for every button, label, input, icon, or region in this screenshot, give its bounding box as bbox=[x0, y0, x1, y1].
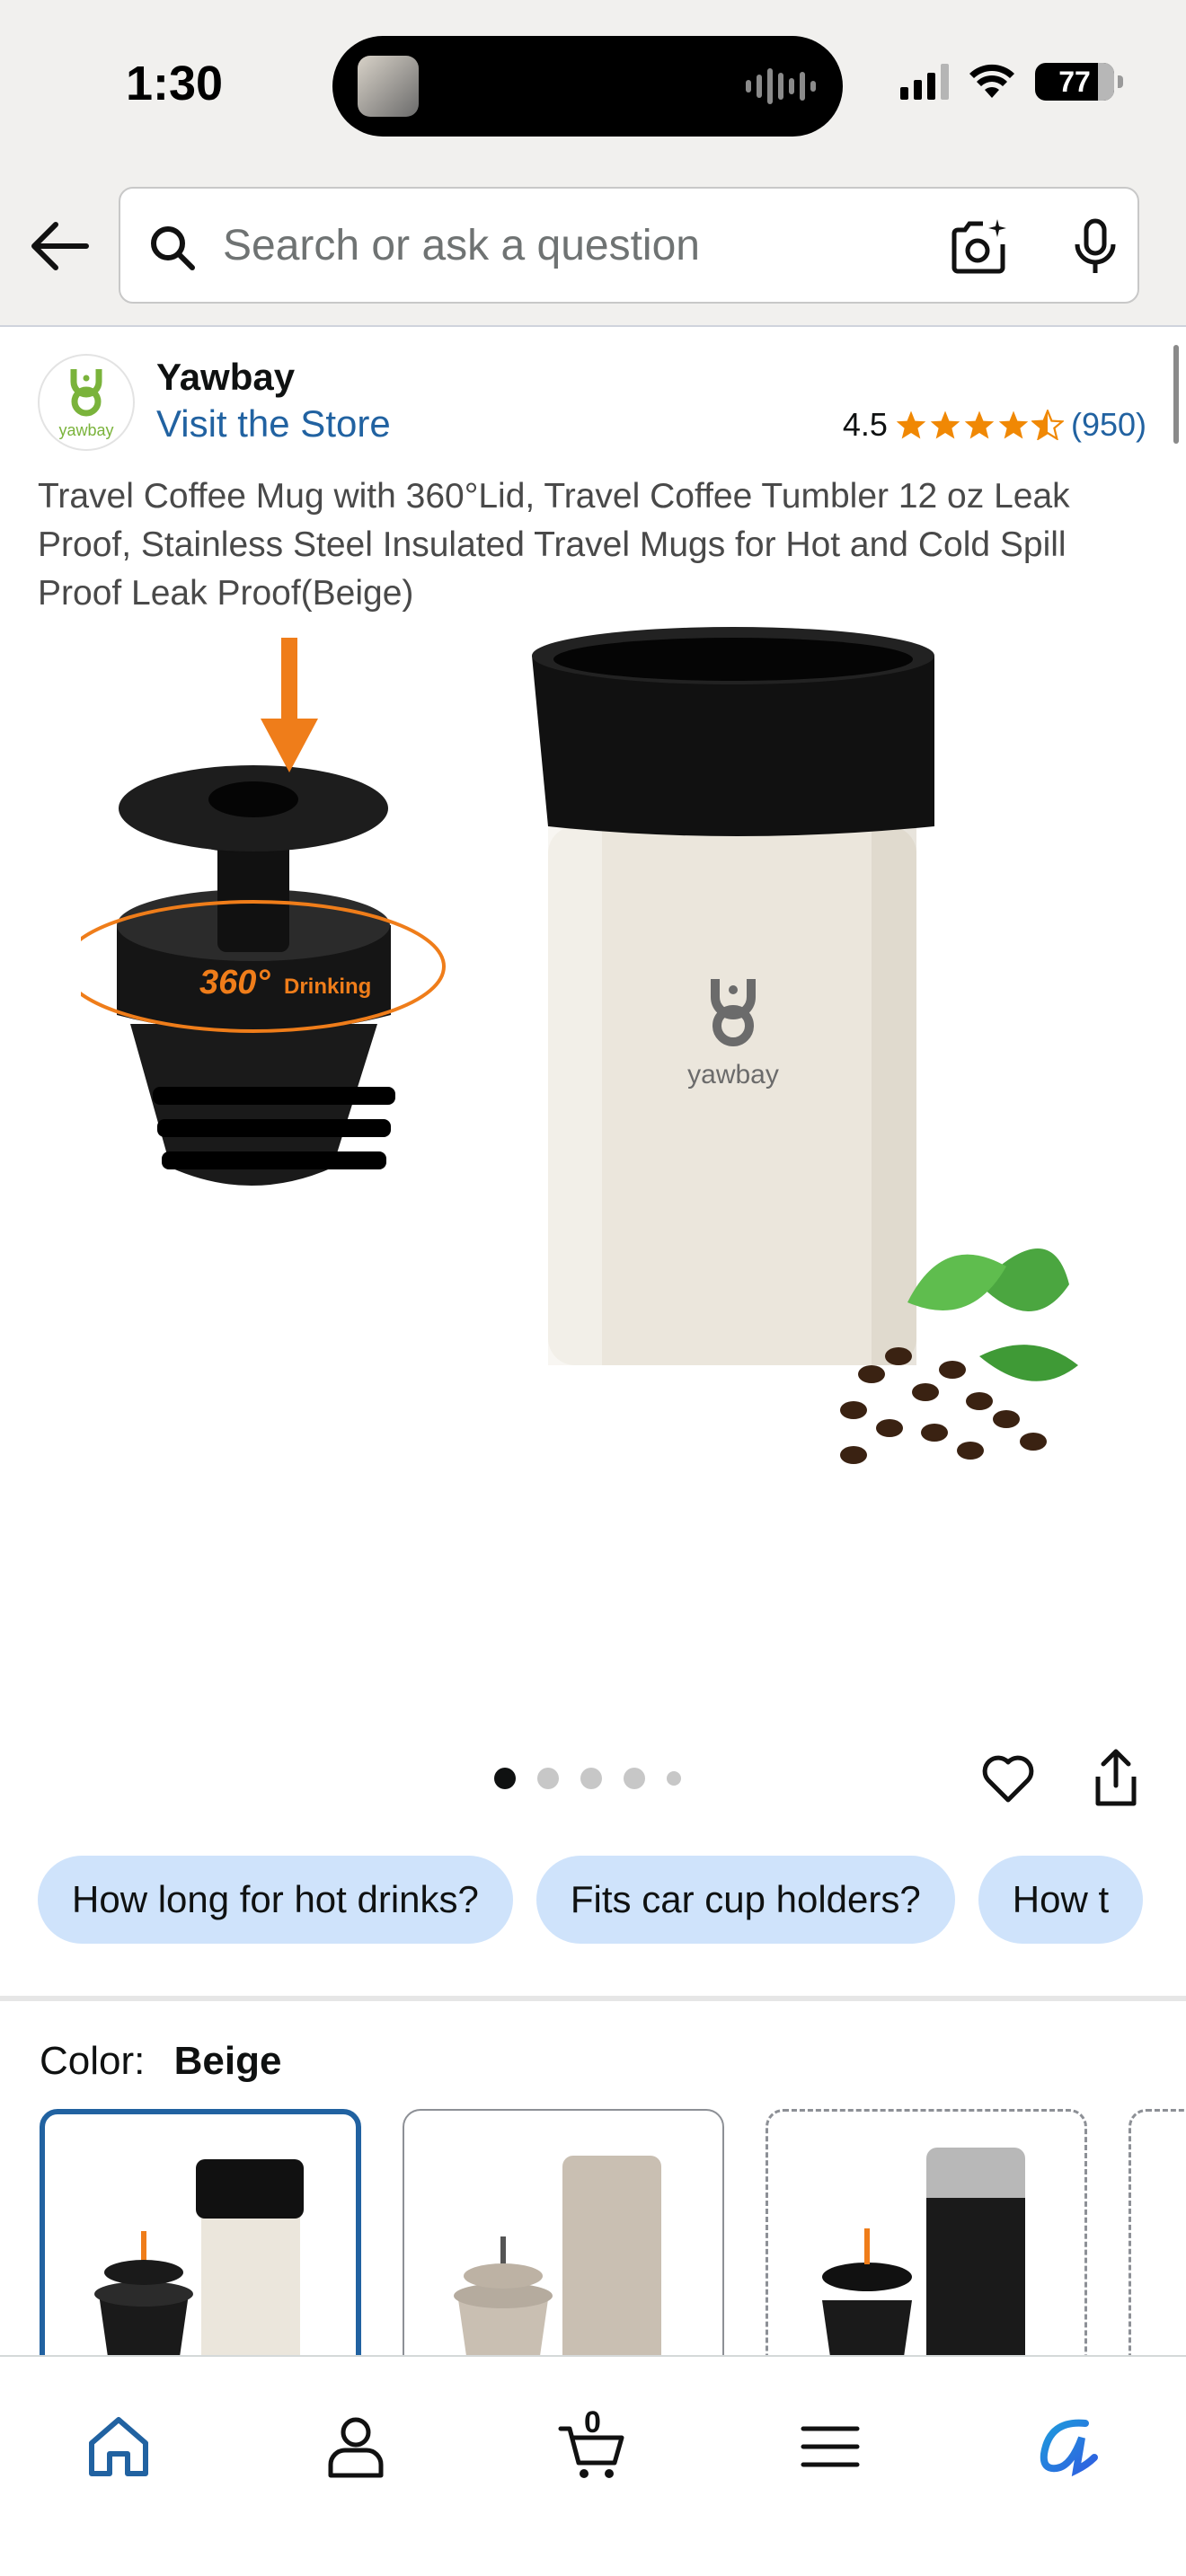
badge-text: Drinking bbox=[284, 975, 371, 999]
microphone-icon[interactable] bbox=[1064, 216, 1127, 278]
badge-number: 360° bbox=[199, 964, 270, 1001]
menu-icon[interactable] bbox=[794, 2411, 866, 2483]
status-bar: 1:30 77 bbox=[0, 0, 1186, 171]
search-icon bbox=[151, 226, 195, 270]
scrollbar[interactable] bbox=[1173, 345, 1179, 444]
color-swatch-taupe[interactable] bbox=[403, 2109, 724, 2378]
color-swatch-beige[interactable] bbox=[40, 2109, 361, 2378]
battery-level: 77 bbox=[1058, 65, 1091, 98]
star-rating-icon bbox=[895, 410, 1064, 440]
brand-logo-text: yawbay bbox=[58, 420, 114, 439]
island-avatar-icon bbox=[358, 56, 419, 117]
brand-logo[interactable]: yawbay bbox=[38, 354, 135, 451]
color-selector-label: Color: Beige bbox=[40, 2039, 281, 2084]
carousel-dot[interactable] bbox=[580, 1768, 602, 1789]
bottom-navigation: 0 bbox=[0, 2355, 1186, 2576]
camera-lens-icon[interactable] bbox=[947, 216, 1010, 278]
color-label: Color: bbox=[40, 2039, 146, 2083]
color-swatches bbox=[40, 2109, 1186, 2378]
question-chips: How long for hot drinks? Fits car cup ho… bbox=[38, 1856, 1144, 1944]
review-count-link[interactable]: (950) bbox=[1071, 406, 1146, 444]
wifi-icon bbox=[969, 64, 1014, 98]
status-time: 1:30 bbox=[126, 57, 224, 110]
section-divider bbox=[0, 1996, 1186, 2001]
color-swatch-steel[interactable] bbox=[766, 2109, 1087, 2378]
cart-count: 0 bbox=[584, 2405, 601, 2439]
audio-wave-icon bbox=[746, 68, 816, 104]
home-icon[interactable] bbox=[83, 2411, 155, 2483]
carousel-dot[interactable] bbox=[624, 1768, 645, 1789]
cart-button[interactable]: 0 bbox=[557, 2405, 629, 2483]
search-placeholder: Search or ask a question bbox=[223, 222, 700, 269]
carousel-dot[interactable] bbox=[494, 1768, 516, 1789]
rating-summary[interactable]: 4.5 (950) bbox=[843, 406, 1146, 444]
question-chip[interactable]: Fits car cup holders? bbox=[535, 1856, 955, 1944]
yawbay-logo-icon bbox=[70, 368, 102, 416]
account-icon[interactable] bbox=[320, 2411, 392, 2483]
question-chip[interactable]: How long for hot drinks? bbox=[38, 1856, 513, 1944]
color-swatch-more[interactable] bbox=[1128, 2109, 1186, 2378]
carousel-dot[interactable] bbox=[667, 1771, 681, 1786]
brand-name[interactable]: Yawbay bbox=[156, 356, 295, 399]
carousel-indicator[interactable] bbox=[494, 1768, 681, 1789]
cellular-signal-icon bbox=[900, 64, 949, 100]
product-image[interactable]: yawbay 360° Drinking bbox=[81, 620, 1105, 1680]
visit-store-link[interactable]: Visit the Store bbox=[156, 402, 391, 446]
dynamic-island bbox=[332, 36, 843, 137]
share-icon[interactable] bbox=[1087, 1746, 1145, 1809]
product-title: Travel Coffee Mug with 360°Lid, Travel C… bbox=[38, 477, 1070, 613]
heart-icon[interactable] bbox=[979, 1750, 1037, 1807]
question-chip[interactable]: How t bbox=[978, 1856, 1144, 1944]
carousel-dot[interactable] bbox=[537, 1768, 559, 1789]
selected-color: Beige bbox=[173, 2039, 282, 2083]
cup-logo-text: yawbay bbox=[687, 1060, 779, 1090]
battery-icon: 77 bbox=[1035, 63, 1123, 101]
rufus-assistant-icon[interactable] bbox=[1031, 2411, 1103, 2483]
search-input[interactable]: Search or ask a question bbox=[119, 187, 1139, 304]
back-arrow-icon[interactable] bbox=[25, 212, 93, 280]
rating-score: 4.5 bbox=[842, 406, 888, 443]
status-indicators: 77 bbox=[900, 63, 1123, 101]
